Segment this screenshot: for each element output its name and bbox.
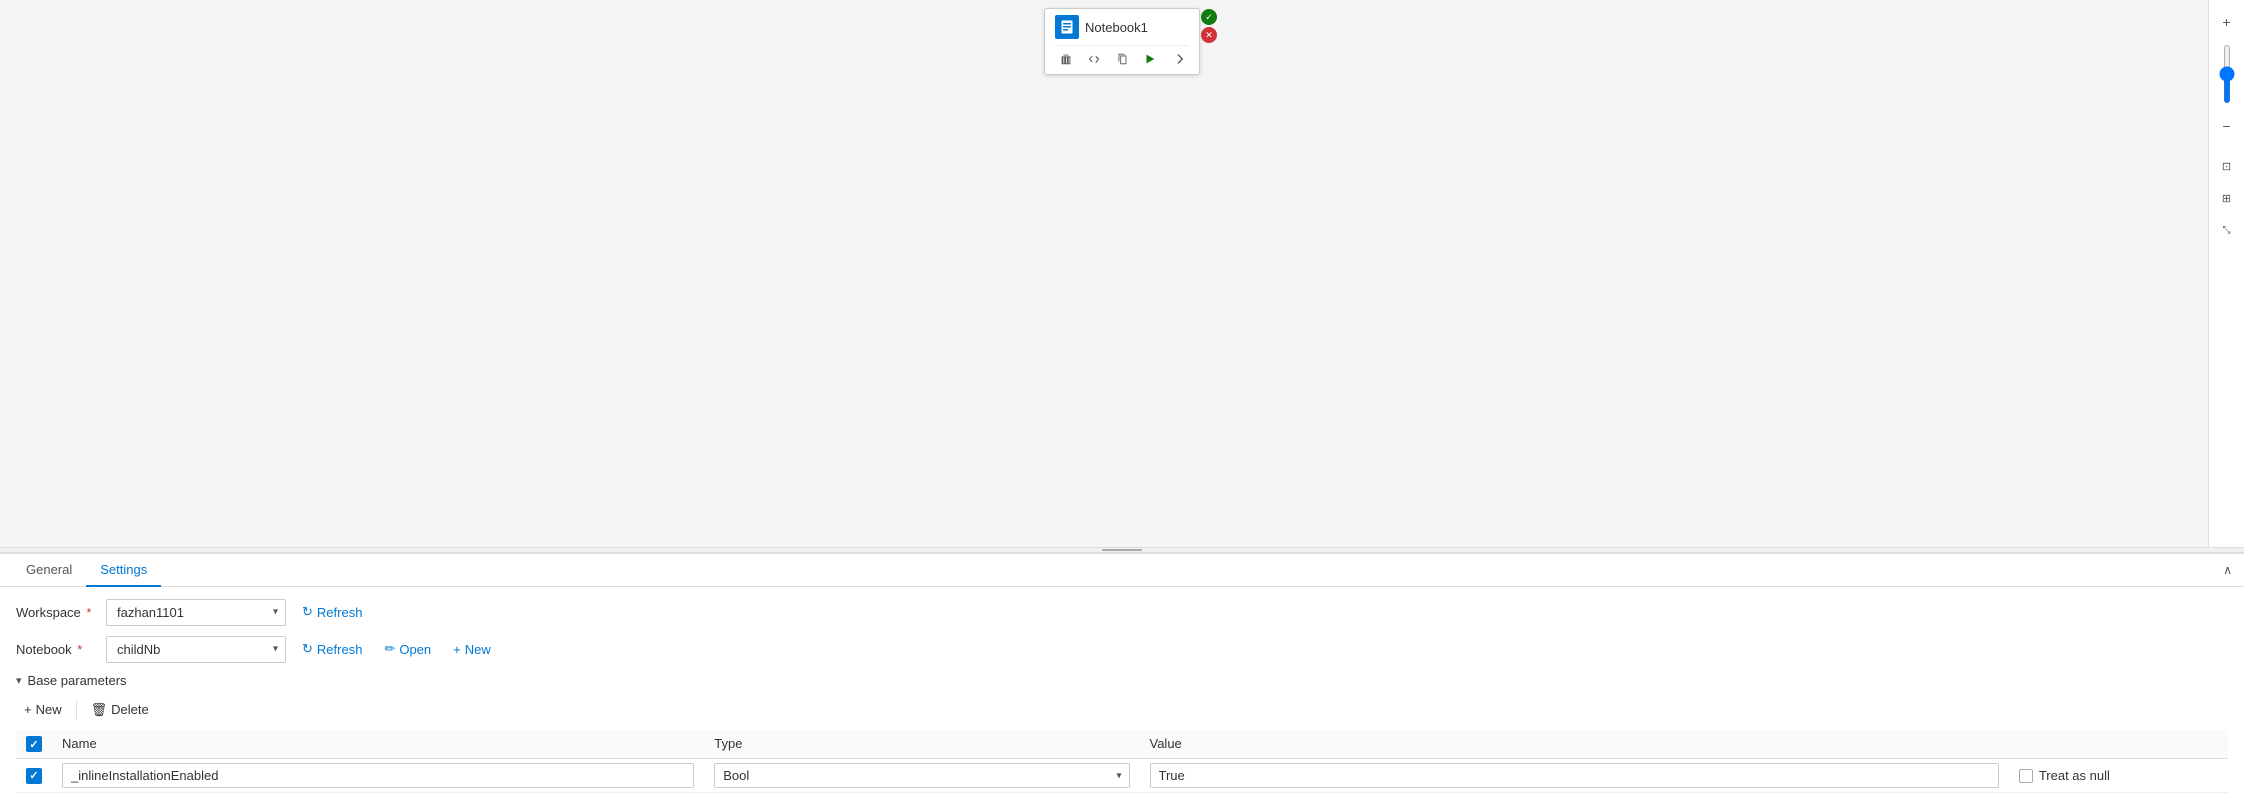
node-code-button[interactable]	[1083, 50, 1105, 68]
node-arrow-button[interactable]	[1167, 50, 1189, 68]
zoom-slider[interactable]	[2224, 44, 2230, 104]
notebook-row: Notebook * childNb ▾ ↻ Refresh ✏ Open	[16, 636, 2228, 663]
fit-width-button[interactable]: ⊞	[2213, 184, 2241, 212]
row-checkbox-cell	[16, 759, 52, 793]
notebook-new-icon: +	[453, 642, 461, 657]
row-value-input[interactable]	[1150, 763, 1999, 788]
node-status-icons: ✓ ✕	[1201, 9, 1217, 43]
table-header-type: Type	[704, 730, 1139, 759]
notebook-select[interactable]: childNb	[106, 636, 286, 663]
params-new-button[interactable]: + New	[16, 698, 70, 721]
zoom-in-button[interactable]: +	[2213, 8, 2241, 36]
resize-handle-bar	[1102, 549, 1142, 551]
node-run-button[interactable]	[1139, 50, 1161, 68]
workspace-select[interactable]: fazhan1101	[106, 599, 286, 626]
table-header-checkbox	[16, 730, 52, 759]
notebook-canvas-icon	[1055, 15, 1079, 39]
row-name-cell	[52, 759, 704, 793]
workspace-refresh-icon: ↻	[302, 604, 313, 620]
treat-null-checkbox[interactable]	[2019, 769, 2033, 783]
row-name-input[interactable]	[62, 763, 694, 788]
canvas-area: Notebook1 ✓ ✕	[0, 0, 2244, 547]
row-checkbox[interactable]	[26, 768, 42, 784]
params-table: Name Type Value	[16, 730, 2228, 794]
treat-null-container: Treat as null	[2019, 768, 2218, 783]
status-x-icon: ✕	[1201, 27, 1217, 43]
workspace-refresh-button[interactable]: ↻ Refresh	[296, 600, 368, 624]
table-header-value: Value	[1140, 730, 2009, 759]
tab-general[interactable]: General	[12, 554, 86, 587]
workspace-select-container: fazhan1101 ▾	[106, 599, 286, 626]
notebook-node-header: Notebook1	[1055, 15, 1189, 39]
row-type-cell: Bool String Int Float ▾	[704, 759, 1139, 793]
params-delete-button[interactable]: 🗑 Delete	[83, 698, 157, 722]
params-new-icon: +	[24, 702, 32, 717]
toolbar-separator	[76, 701, 77, 719]
notebook-select-container: childNb ▾	[106, 636, 286, 663]
base-params-section-header: ▾ Base parameters	[16, 673, 2228, 688]
workspace-row: Workspace * fazhan1101 ▾ ↻ Refresh	[16, 599, 2228, 626]
panel-collapse-button[interactable]: ∧	[2223, 563, 2232, 577]
section-toggle-icon[interactable]: ▾	[16, 674, 22, 687]
settings-content: Workspace * fazhan1101 ▾ ↻ Refresh Noteb…	[0, 587, 2244, 805]
header-checkbox[interactable]	[26, 736, 42, 752]
bottom-panel: General Settings ∧ Workspace * fazhan110…	[0, 553, 2244, 805]
treat-null-label: Treat as null	[2039, 768, 2110, 783]
main-container: Notebook1 ✓ ✕	[0, 0, 2244, 805]
params-delete-icon: 🗑	[91, 702, 108, 718]
notebook-new-button[interactable]: + New	[447, 638, 497, 661]
notebook-required-star: *	[74, 642, 83, 657]
status-check-icon: ✓	[1201, 9, 1217, 25]
zoom-slider-container	[2224, 44, 2230, 104]
type-select-container: Bool String Int Float ▾	[714, 763, 1129, 788]
node-copy-button[interactable]	[1111, 50, 1133, 68]
table-row: Bool String Int Float ▾	[16, 759, 2228, 793]
table-header-treat-null	[2009, 730, 2228, 759]
tabs-bar: General Settings ∧	[0, 554, 2244, 587]
node-delete-button[interactable]	[1055, 50, 1077, 68]
notebook-open-button[interactable]: ✏ Open	[378, 637, 437, 661]
notebook-label: Notebook *	[16, 642, 96, 657]
fit-page-button[interactable]: ⊡	[2213, 152, 2241, 180]
table-header-row: Name Type Value	[16, 730, 2228, 759]
tab-settings[interactable]: Settings	[86, 554, 161, 587]
row-value-cell	[1140, 759, 2009, 793]
notebook-node-title: Notebook1	[1085, 20, 1148, 35]
zoom-out-button[interactable]: −	[2213, 112, 2241, 140]
node-toolbar	[1055, 45, 1189, 68]
workspace-required-star: *	[83, 605, 92, 620]
right-toolbar: + − ⊡ ⊞ ⤡	[2208, 0, 2244, 547]
params-toolbar: + New 🗑 Delete	[16, 698, 2228, 722]
notebook-open-icon: ✏	[384, 641, 395, 657]
notebook-refresh-button[interactable]: ↻ Refresh	[296, 637, 368, 661]
notebook-node[interactable]: Notebook1 ✓ ✕	[1044, 8, 1200, 75]
row-type-select[interactable]: Bool String Int Float	[714, 763, 1129, 788]
workspace-label: Workspace *	[16, 605, 96, 620]
collapse-diagram-button[interactable]: ⤡	[2213, 216, 2241, 244]
notebook-refresh-icon: ↻	[302, 641, 313, 657]
table-header-name: Name	[52, 730, 704, 759]
row-treat-null-cell: Treat as null	[2009, 759, 2228, 793]
